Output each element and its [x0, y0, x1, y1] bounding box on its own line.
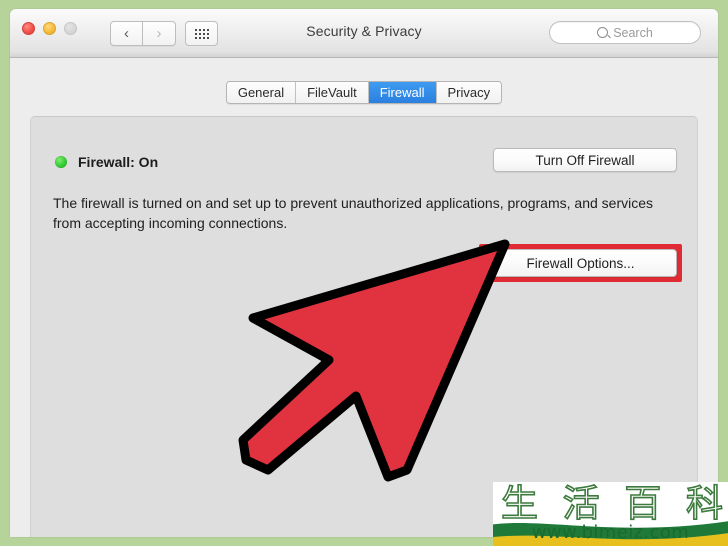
- status-badge: Firewall: On: [78, 154, 159, 170]
- watermark-url: www.bimeiz.com: [531, 522, 690, 543]
- watermark-characters: 生 活 百 科: [500, 482, 724, 525]
- tab-privacy[interactable]: Privacy: [436, 82, 502, 103]
- tab-firewall[interactable]: Firewall: [368, 82, 437, 103]
- firewall-description: The firewall is turned on and set up to …: [53, 195, 654, 231]
- window-titlebar: ‹ › Security & Privacy Search: [10, 9, 718, 58]
- firewall-panel: Firewall: On Turn Off Firewall The firew…: [30, 116, 698, 537]
- preferences-pane: General FileVault Firewall Privacy Firew…: [10, 58, 718, 537]
- watermark-char-3: 百: [624, 482, 663, 525]
- search-field-inner: Search: [597, 26, 653, 40]
- tab-filevault[interactable]: FileVault: [296, 82, 369, 103]
- system-preferences-window: ‹ › Security & Privacy Search General Fi…: [10, 9, 718, 537]
- tab-general[interactable]: General: [226, 82, 297, 103]
- screenshot-canvas: ‹ › Security & Privacy Search General Fi…: [0, 0, 728, 546]
- search-icon: [597, 27, 609, 38]
- turn-off-firewall-button[interactable]: Turn Off Firewall: [493, 148, 677, 172]
- watermark-char-1: 生: [500, 482, 539, 525]
- watermark-char-2: 活: [562, 482, 601, 525]
- search-placeholder: Search: [613, 25, 653, 40]
- firewall-options-button[interactable]: Firewall Options...: [484, 249, 677, 277]
- tab-strip: General FileVault Firewall Privacy: [225, 81, 503, 104]
- watermark: 生 活 百 科 www.bimeiz.com: [493, 482, 728, 546]
- firewall-status: Firewall: On: [55, 154, 158, 170]
- tab-bar: General FileVault Firewall Privacy: [10, 81, 718, 104]
- search-field[interactable]: Search: [549, 21, 701, 44]
- watermark-char-4: 科: [685, 482, 724, 525]
- status-indicator-dot: [55, 156, 67, 168]
